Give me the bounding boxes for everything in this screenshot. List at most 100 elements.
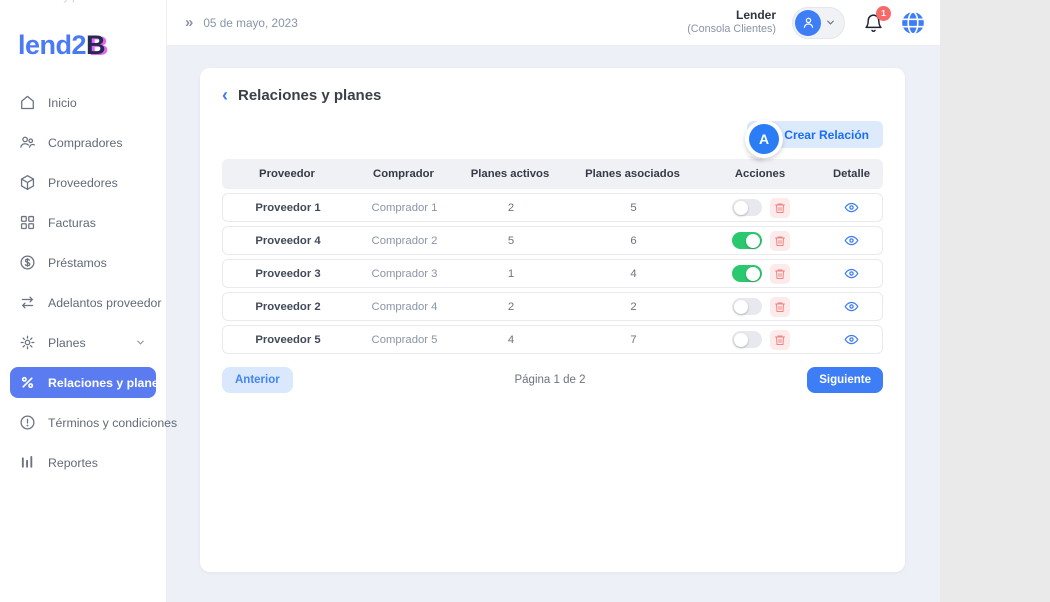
avatar (795, 10, 821, 36)
cell-comprador: Comprador 2 (353, 235, 456, 247)
pagination: Anterior Página 1 de 2 Siguiente (222, 367, 883, 393)
clipped-top-text: s y p (55, 0, 135, 4)
cell-planes-activos: 2 (456, 301, 566, 313)
cell-proveedor: Proveedor 4 (223, 235, 353, 247)
topbar: » 05 de mayo, 2023 Lender (Consola Clien… (167, 0, 940, 46)
topbar-right: Lender (Consola Clientes) 1 (687, 7, 926, 39)
cell-comprador: Comprador 5 (353, 334, 456, 346)
page-status: Página 1 de 2 (293, 374, 808, 386)
current-date: 05 de mayo, 2023 (203, 16, 297, 30)
sidebar-item-compradores[interactable]: Compradores (10, 127, 156, 158)
trash-icon (774, 268, 786, 280)
swap-arrows-icon (18, 294, 36, 312)
column-header: Planes asociados (565, 168, 700, 180)
relations-card: ‹ Relaciones y planes Crear Relación A P… (200, 68, 905, 572)
delete-button[interactable] (770, 330, 790, 350)
sidebar-item-proveedores[interactable]: Proveedores (10, 167, 156, 198)
column-header: Planes activos (455, 168, 565, 180)
cell-comprador: Comprador 3 (353, 268, 456, 280)
relations-table: ProveedorCompradorPlanes activosPlanes a… (222, 159, 883, 354)
cell-detalle (821, 233, 882, 248)
view-detail-button[interactable] (844, 200, 859, 215)
cell-planes-activos: 2 (456, 202, 566, 214)
card-actions: Crear Relación (222, 121, 883, 148)
user-name: Lender (687, 8, 776, 23)
user-info: Lender (Consola Clientes) (687, 8, 776, 36)
cell-detalle (821, 200, 882, 215)
column-header: Detalle (820, 168, 883, 180)
cell-detalle (821, 299, 882, 314)
cell-planes-asociados: 6 (566, 235, 701, 247)
grid-icon (18, 214, 36, 232)
home-icon (18, 94, 36, 112)
chevron-down-icon (135, 337, 146, 348)
back-icon[interactable]: ‹ (222, 86, 228, 104)
eye-icon (844, 266, 859, 281)
globe-icon (900, 10, 926, 36)
table-row: Proveedor 3 Comprador 3 1 4 (222, 259, 883, 288)
next-page-button[interactable]: Siguiente (807, 367, 883, 393)
active-toggle[interactable] (732, 232, 762, 249)
logo-text-accent: B (86, 30, 105, 60)
column-header: Proveedor (222, 168, 352, 180)
user-menu-button[interactable] (792, 7, 845, 39)
sidebar-item-terminos-y-condiciones[interactable]: Términos y condiciones (10, 407, 156, 438)
eye-icon (844, 200, 859, 215)
eye-icon (844, 233, 859, 248)
user-subtitle: (Consola Clientes) (687, 23, 776, 36)
cell-detalle (821, 266, 882, 281)
percent-icon (18, 374, 36, 392)
sidebar-item-facturas[interactable]: Facturas (10, 207, 156, 238)
notifications-button[interactable]: 1 (863, 12, 884, 34)
sidebar-collapse-icon[interactable]: » (185, 14, 191, 31)
delete-button[interactable] (770, 297, 790, 317)
cell-planes-asociados: 4 (566, 268, 701, 280)
language-button[interactable] (900, 10, 926, 36)
delete-button[interactable] (770, 231, 790, 251)
cell-planes-activos: 5 (456, 235, 566, 247)
sidebar-item-inicio[interactable]: Inicio (10, 87, 156, 118)
active-toggle[interactable] (732, 298, 762, 315)
table-row: Proveedor 5 Comprador 5 4 7 (222, 325, 883, 354)
package-icon (18, 174, 36, 192)
cell-planes-asociados: 5 (566, 202, 701, 214)
cell-detalle (821, 332, 882, 347)
person-icon (801, 15, 816, 30)
cell-comprador: Comprador 1 (353, 202, 456, 214)
sidebar: s y p lend2B Inicio Compradores Proveedo… (0, 0, 167, 602)
eye-icon (844, 332, 859, 347)
brand-logo[interactable]: lend2B (0, 0, 166, 61)
create-relation-label: Crear Relación (784, 128, 869, 142)
eye-icon (844, 299, 859, 314)
sidebar-item-planes[interactable]: Planes (10, 327, 156, 358)
trash-icon (774, 235, 786, 247)
active-toggle[interactable] (732, 265, 762, 282)
view-detail-button[interactable] (844, 332, 859, 347)
previous-page-button[interactable]: Anterior (222, 367, 293, 393)
page-title: Relaciones y planes (238, 87, 381, 104)
bar-chart-icon (18, 454, 36, 472)
cell-planes-asociados: 2 (566, 301, 701, 313)
view-detail-button[interactable] (844, 233, 859, 248)
sidebar-item-adelantos-proveedor[interactable]: Adelantos proveedor (10, 287, 156, 318)
trash-icon (774, 301, 786, 313)
view-detail-button[interactable] (844, 299, 859, 314)
cell-planes-activos: 4 (456, 334, 566, 346)
sidebar-item-prestamos[interactable]: Préstamos (10, 247, 156, 278)
active-toggle[interactable] (732, 199, 762, 216)
notification-badge: 1 (876, 6, 891, 21)
cell-acciones (701, 330, 821, 350)
gear-icon (18, 334, 36, 352)
sidebar-item-reportes[interactable]: Reportes (10, 447, 156, 478)
cell-proveedor: Proveedor 2 (223, 301, 353, 313)
delete-button[interactable] (770, 264, 790, 284)
main-content: ‹ Relaciones y planes Crear Relación A P… (167, 46, 940, 602)
cell-acciones (701, 297, 821, 317)
active-toggle[interactable] (732, 331, 762, 348)
delete-button[interactable] (770, 198, 790, 218)
sidebar-item-relaciones-y-planes[interactable]: Relaciones y planes (10, 367, 156, 398)
trash-icon (774, 334, 786, 346)
users-icon (18, 134, 36, 152)
view-detail-button[interactable] (844, 266, 859, 281)
sidebar-nav: Inicio Compradores Proveedores Facturas … (0, 87, 166, 478)
